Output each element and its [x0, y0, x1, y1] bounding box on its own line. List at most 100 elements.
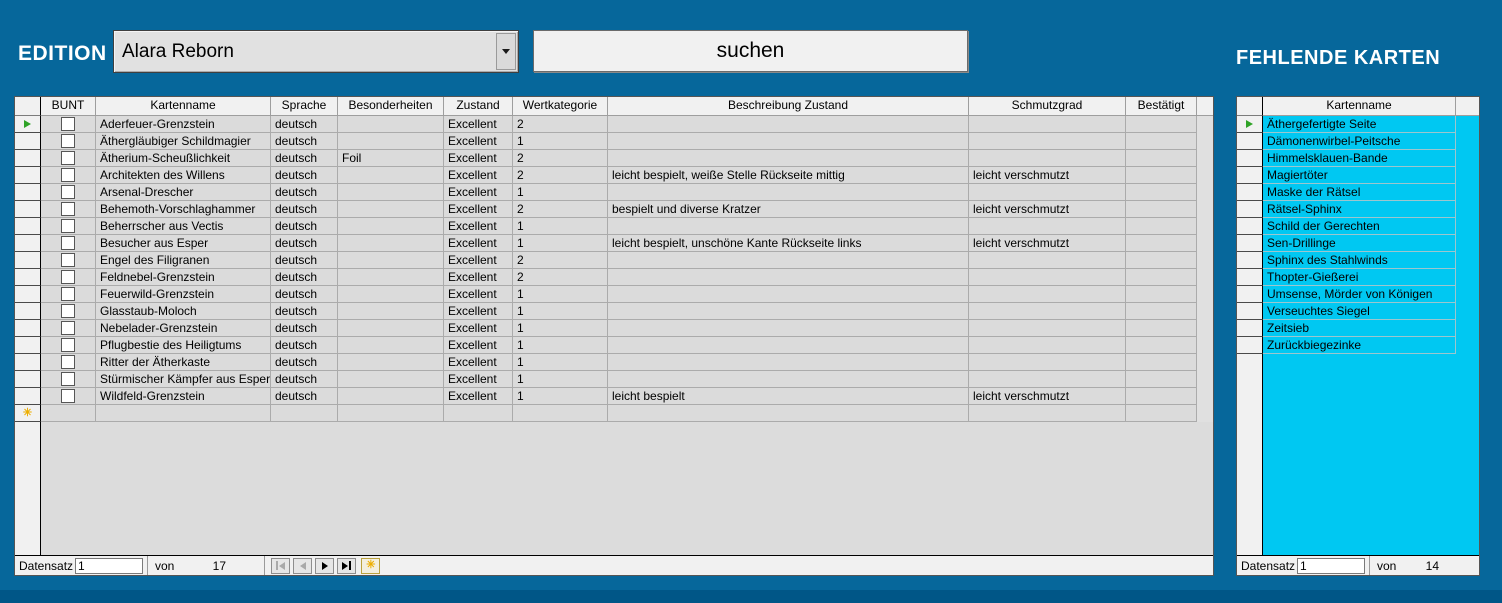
first-record-button[interactable] [271, 558, 290, 574]
cell-wertkategorie[interactable]: 2 [513, 201, 608, 218]
cell-bunt[interactable] [41, 286, 96, 303]
cell-zustand[interactable]: Excellent [444, 252, 513, 269]
cell-bestaetigt[interactable] [1126, 235, 1197, 252]
bunt-checkbox[interactable] [61, 389, 75, 403]
record-selector-cell[interactable] [15, 252, 41, 269]
cell-besonderheiten[interactable] [338, 269, 444, 286]
cell-beschreibung[interactable]: leicht bespielt, weiße Stelle Rückseite … [608, 167, 969, 184]
cell-sprache[interactable]: deutsch [271, 133, 338, 150]
bunt-checkbox[interactable] [61, 117, 75, 131]
cell-zustand[interactable]: Excellent [444, 303, 513, 320]
record-selector-cell[interactable] [1237, 235, 1263, 252]
record-selector-cell[interactable] [15, 388, 41, 405]
cell-schmutzgrad[interactable] [969, 303, 1126, 320]
cell-bunt[interactable] [41, 252, 96, 269]
cell-bunt[interactable] [41, 388, 96, 405]
bunt-checkbox[interactable] [61, 151, 75, 165]
cell-besonderheiten[interactable] [338, 201, 444, 218]
cell-bestaetigt[interactable] [1126, 133, 1197, 150]
cell-bestaetigt[interactable] [1126, 388, 1197, 405]
cell-zustand[interactable]: Excellent [444, 388, 513, 405]
cell-wertkategorie[interactable]: 1 [513, 184, 608, 201]
cell-sprache[interactable]: deutsch [271, 303, 338, 320]
edition-combobox-dropdown-button[interactable] [496, 33, 516, 70]
record-selector-cell[interactable] [1237, 337, 1263, 354]
cell-kartenname[interactable]: Äthergefertigte Seite [1263, 116, 1456, 133]
cell-kartenname[interactable]: Feldnebel-Grenzstein [96, 269, 271, 286]
cell-sprache[interactable]: deutsch [271, 269, 338, 286]
record-selector-cell[interactable] [15, 337, 41, 354]
cell-schmutzgrad[interactable] [969, 218, 1126, 235]
cell-kartenname[interactable]: Zurückbiegezinke [1263, 337, 1456, 354]
cell-bunt[interactable] [41, 354, 96, 371]
cell-sprache[interactable]: deutsch [271, 201, 338, 218]
cell-wertkategorie[interactable]: 1 [513, 303, 608, 320]
cell-besonderheiten[interactable] [338, 337, 444, 354]
cell-besonderheiten[interactable]: Foil [338, 150, 444, 167]
new-record-button[interactable]: ✳ [361, 558, 380, 574]
bunt-checkbox[interactable] [61, 168, 75, 182]
bunt-checkbox[interactable] [61, 185, 75, 199]
cell-kartenname[interactable]: Rätsel-Sphinx [1263, 201, 1456, 218]
record-number-input[interactable] [1297, 558, 1365, 574]
cell-bunt[interactable] [41, 201, 96, 218]
cell-zustand[interactable]: Excellent [444, 116, 513, 133]
bunt-checkbox[interactable] [61, 253, 75, 267]
cell-beschreibung[interactable] [608, 371, 969, 388]
cell-zustand[interactable]: Excellent [444, 320, 513, 337]
cell-bunt[interactable] [41, 405, 96, 422]
bunt-checkbox[interactable] [61, 372, 75, 386]
column-header-schmutzgrad[interactable]: Schmutzgrad [969, 97, 1126, 116]
record-selector-cell[interactable] [15, 235, 41, 252]
cell-sprache[interactable]: deutsch [271, 388, 338, 405]
cell-beschreibung[interactable] [608, 354, 969, 371]
last-record-button[interactable] [337, 558, 356, 574]
cell-bestaetigt[interactable] [1126, 201, 1197, 218]
record-selector-cell[interactable] [1237, 201, 1263, 218]
record-selector-cell[interactable] [15, 320, 41, 337]
cell-bunt[interactable] [41, 371, 96, 388]
cell-kartenname[interactable]: Sphinx des Stahlwinds [1263, 252, 1456, 269]
record-selector-cell[interactable] [15, 286, 41, 303]
cell-beschreibung[interactable] [608, 133, 969, 150]
cell-kartenname[interactable]: Glasstaub-Moloch [96, 303, 271, 320]
column-header-zustand[interactable]: Zustand [444, 97, 513, 116]
cell-schmutzgrad[interactable] [969, 286, 1126, 303]
cell-kartenname[interactable]: Magiertöter [1263, 167, 1456, 184]
cell-zustand[interactable] [444, 405, 513, 422]
cell-wertkategorie[interactable]: 1 [513, 320, 608, 337]
cell-wertkategorie[interactable]: 2 [513, 150, 608, 167]
cell-kartenname[interactable]: Himmelsklauen-Bande [1263, 150, 1456, 167]
record-selector-cell[interactable] [15, 150, 41, 167]
cell-zustand[interactable]: Excellent [444, 184, 513, 201]
cell-beschreibung[interactable] [608, 320, 969, 337]
record-selector-cell[interactable] [1237, 116, 1263, 133]
record-selector-cell[interactable] [15, 184, 41, 201]
cell-kartenname[interactable]: Sen-Drillinge [1263, 235, 1456, 252]
cell-bestaetigt[interactable] [1126, 269, 1197, 286]
cell-bestaetigt[interactable] [1126, 184, 1197, 201]
cell-bunt[interactable] [41, 116, 96, 133]
cell-sprache[interactable]: deutsch [271, 320, 338, 337]
cell-kartenname[interactable]: Nebelader-Grenzstein [96, 320, 271, 337]
cell-wertkategorie[interactable] [513, 405, 608, 422]
record-selector-cell[interactable] [15, 201, 41, 218]
cell-bunt[interactable] [41, 218, 96, 235]
cell-kartenname[interactable]: Stürmischer Kämpfer aus Esper [96, 371, 271, 388]
record-selector-cell[interactable] [1237, 320, 1263, 337]
record-selector-cell[interactable] [15, 133, 41, 150]
select-all-corner[interactable] [1237, 97, 1263, 116]
cell-besonderheiten[interactable] [338, 116, 444, 133]
cell-wertkategorie[interactable]: 1 [513, 286, 608, 303]
cell-bestaetigt[interactable] [1126, 167, 1197, 184]
cell-bunt[interactable] [41, 303, 96, 320]
cell-bestaetigt[interactable] [1126, 320, 1197, 337]
bunt-checkbox[interactable] [61, 236, 75, 250]
bunt-checkbox[interactable] [61, 304, 75, 318]
record-selector-cell[interactable] [15, 371, 41, 388]
cell-bunt[interactable] [41, 320, 96, 337]
cell-bestaetigt[interactable] [1126, 116, 1197, 133]
cell-zustand[interactable]: Excellent [444, 150, 513, 167]
cell-sprache[interactable]: deutsch [271, 337, 338, 354]
cell-bestaetigt[interactable] [1126, 286, 1197, 303]
